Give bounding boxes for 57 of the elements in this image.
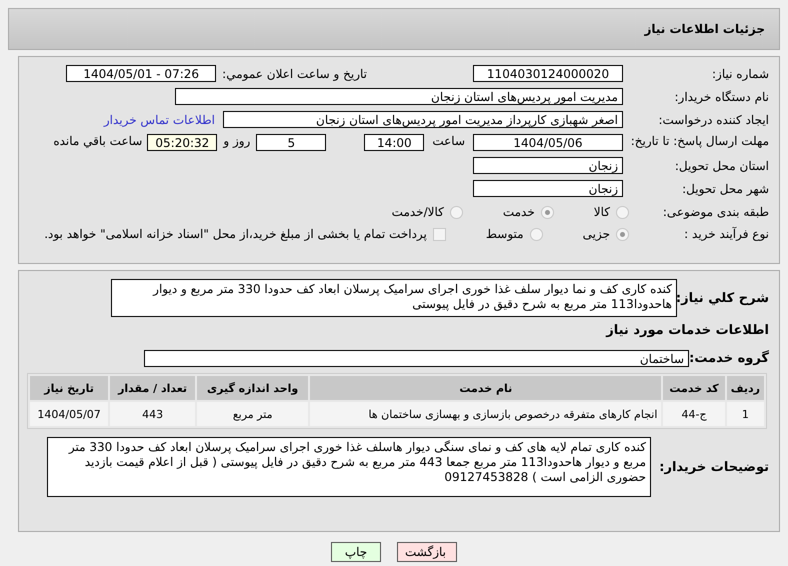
field-label: طبقه بندی موضوعی: [662, 205, 769, 219]
radio-button[interactable] [616, 206, 629, 218]
table-cell: 1404/05/07 [30, 402, 108, 426]
input-field[interactable]: مدیریت امور پردیس‌های استان زنجان [175, 88, 623, 105]
field-label: نام دستگاه خریدار: [674, 90, 769, 104]
field-label: گروه خدمت: [689, 351, 769, 366]
input-field[interactable]: زنجان [473, 180, 623, 197]
table-cell: انجام کارهای متفرقه درخصوص بازسازی و بهسازی ساختمان ها [310, 402, 662, 426]
print-button[interactable]: چاپ [331, 542, 381, 562]
radio-label: خدمت [502, 205, 535, 219]
field-label: تاریخ و ساعت اعلان عمومي: [222, 66, 367, 80]
table-cell: متر مربع [196, 402, 308, 426]
radio-label: کالا [594, 205, 610, 219]
radio-label: جزیی [582, 227, 610, 241]
input-field[interactable]: 1404/05/06 [473, 134, 623, 151]
field-label: شماره نیاز: [711, 66, 769, 80]
column-header: نام خدمت [310, 376, 662, 400]
column-header: ردیف [726, 376, 764, 400]
contact-link[interactable]: اطلاعات تماس خریدار [104, 112, 215, 126]
input-field[interactable]: 14:00 [364, 134, 424, 151]
field-label: توضیحات خریدار: [658, 460, 769, 474]
radio-button[interactable] [450, 206, 463, 218]
radio-label: کالا/خدمت [392, 205, 444, 219]
countdown-field: 05:20:32 [147, 134, 218, 151]
field-label: شرح کلي نیاز: [677, 291, 769, 306]
input-field[interactable]: 1104030124000020 [473, 65, 623, 82]
column-header: واحد اندازه گیری [196, 376, 308, 400]
checkbox-label: پرداخت تمام یا بخشی از مبلغ خرید،از محل "اسناد خزانه اسلامی" خواهد بود. [44, 227, 427, 241]
table-cell: ج-44 [663, 402, 725, 426]
field-label: استان محل تحویل: [674, 158, 769, 172]
radio-button[interactable] [540, 206, 554, 218]
column-header: تاریخ نیاز [30, 376, 108, 400]
input-field[interactable]: اصغر شهبازی کارپرداز مدیریت امور پردیس‌های استان زنجان [223, 111, 623, 128]
field-label: ساعت [432, 134, 465, 148]
page-title: جزئیات اطلاعات نیاز [644, 22, 765, 36]
table-cell: 443 [110, 402, 195, 426]
table-cell: 1 [726, 402, 764, 426]
back-button[interactable]: بازگشت [397, 542, 457, 562]
radio-button[interactable] [530, 228, 543, 240]
input-field[interactable]: ساختمان [144, 350, 689, 367]
section-title: اطلاعات خدمات مورد نیاز [606, 323, 769, 338]
checkbox[interactable] [432, 228, 446, 240]
column-header: تعداد / مقدار [110, 376, 195, 400]
radio-button[interactable] [616, 228, 629, 240]
field-label: روز و [223, 134, 250, 148]
field-label: نوع فرآیند خرید : [683, 227, 769, 241]
field-label: ساعت باقي مانده [53, 134, 142, 148]
description-field[interactable]: کنده کاری کف و نما دیوار سلف غذا خوری اجرای سرامیک پرسلان ابعاد کف حدودا 330 متر مربع و دیوار هاحدودا113 متر مربع به شرح دقیق در فایل پیوستی [111, 279, 677, 317]
field-label: مهلت ارسال پاسخ: تا تاریخ: [630, 134, 769, 148]
radio-label: متوسط [486, 227, 524, 241]
column-header: کد خدمت [663, 376, 725, 400]
field-label: شهر محل تحویل: [681, 182, 769, 196]
input-field[interactable]: 1404/05/01 - 07:26 [66, 65, 216, 82]
notes-field[interactable]: کنده کاری تمام لایه های کف و نمای سنگی دیوار هاسلف غذا خوری اجرای سرامیک پرسلان ابعاد کف حدودا 330 متر مربع و دیوار هاحدودا113 متر مربع جمعا 443 متر مربع به شرح دقیق در فایل پیوستی ( قبل از اعلام قیمت بازدید حضوری الزامی است ) 09127453828 [47, 437, 651, 497]
input-field[interactable]: 5 [256, 134, 326, 151]
input-field[interactable]: زنجان [473, 157, 623, 174]
field-label: ایجاد کننده درخواست: [657, 112, 769, 126]
